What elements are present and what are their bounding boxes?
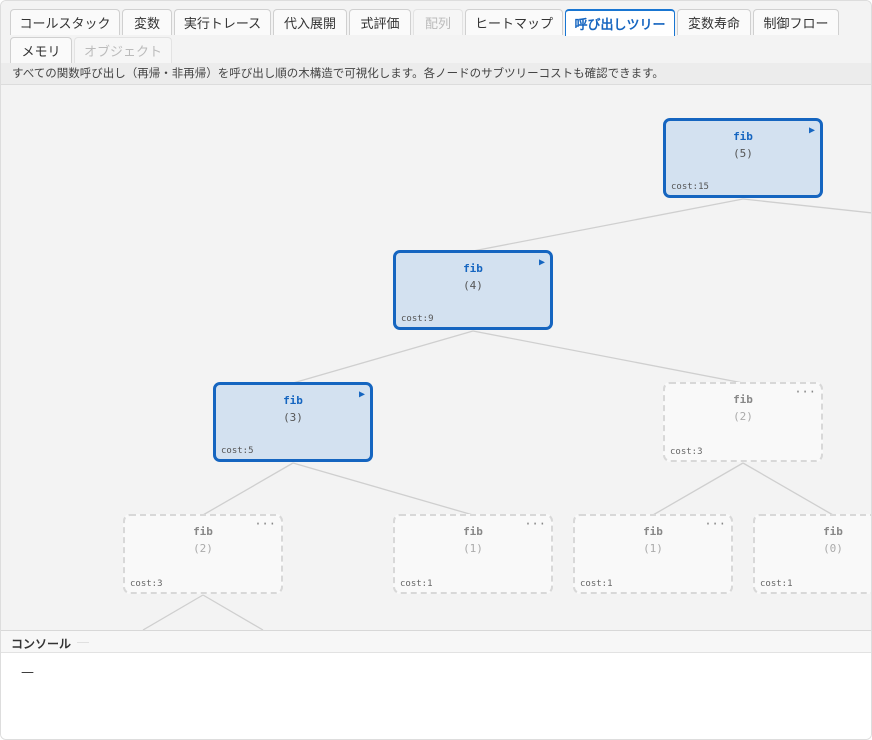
tree-edge [742, 198, 871, 214]
app-frame: コールスタック 変数 実行トレース 代入展開 式評価 配列 ヒートマップ 呼び出… [0, 0, 872, 740]
tab-expression-eval[interactable]: 式評価 [349, 9, 411, 35]
node-cost: cost:15 [671, 182, 709, 192]
node-cost: cost:1 [760, 579, 793, 589]
call-tree-canvas[interactable]: fib (5) cost:15 ▶ fib (4) cost:9 ▶ fib (… [1, 85, 871, 630]
tab-array: 配列 [413, 9, 463, 35]
tree-edge [742, 462, 834, 516]
more-icon[interactable]: ··· [794, 385, 816, 399]
console-header[interactable]: コンソール [1, 630, 871, 653]
call-node-fib-5[interactable]: fib (5) cost:15 ▶ [663, 118, 823, 198]
node-function-name: fib [463, 262, 483, 275]
tree-edge [472, 330, 744, 384]
more-icon[interactable]: ··· [524, 517, 546, 531]
tree-edge [292, 330, 474, 384]
node-arguments: (1) [643, 542, 663, 555]
tab-heatmap[interactable]: ヒートマップ [465, 9, 563, 35]
call-node-fib-3[interactable]: fib (3) cost:5 ▶ [213, 382, 373, 462]
call-node-fib-1[interactable]: fib (1) cost:1 ··· [573, 514, 733, 594]
node-arguments: (0) [823, 542, 843, 555]
node-cost: cost:3 [130, 579, 163, 589]
node-arguments: (4) [463, 279, 483, 292]
tab-memory[interactable]: メモリ [10, 37, 72, 63]
more-icon[interactable]: ··· [254, 517, 276, 531]
node-function-name: fib [733, 130, 753, 143]
more-icon[interactable]: ··· [704, 517, 726, 531]
tree-edge [292, 462, 474, 516]
console-output: — [1, 653, 871, 739]
expand-arrow-icon[interactable]: ▶ [539, 257, 545, 268]
console-title: コンソール [11, 637, 72, 651]
node-cost: cost:1 [400, 579, 433, 589]
expand-arrow-icon[interactable]: ▶ [809, 125, 815, 136]
tree-edge [142, 594, 204, 630]
tree-edge [472, 198, 744, 252]
call-node-fib-1[interactable]: fib (1) cost:1 ··· [393, 514, 553, 594]
tab-control-flow[interactable]: 制御フロー [753, 9, 839, 35]
tab-variable-lifetime[interactable]: 変数寿命 [677, 9, 751, 35]
expand-arrow-icon[interactable]: ▶ [359, 389, 365, 400]
console-divider [77, 642, 89, 643]
node-arguments: (1) [463, 542, 483, 555]
console-output-text: — [21, 665, 34, 680]
call-node-fib-2[interactable]: fib (2) cost:3 ··· [663, 382, 823, 462]
tree-edge [202, 462, 294, 516]
node-arguments: (5) [733, 147, 753, 160]
tab-variables[interactable]: 変数 [122, 9, 172, 35]
tree-edge [202, 594, 264, 630]
node-function-name: fib [283, 394, 303, 407]
node-arguments: (2) [733, 410, 753, 423]
call-node-fib-4[interactable]: fib (4) cost:9 ▶ [393, 250, 553, 330]
node-cost: cost:5 [221, 446, 254, 456]
tree-edge [652, 462, 744, 516]
view-description: すべての関数呼び出し（再帰・非再帰）を呼び出し順の木構造で可視化します。各ノード… [1, 63, 871, 85]
tab-bar: コールスタック 変数 実行トレース 代入展開 式評価 配列 ヒートマップ 呼び出… [1, 1, 871, 63]
node-function-name: fib [823, 525, 843, 538]
tab-object: オブジェクト [74, 37, 172, 63]
node-arguments: (3) [283, 411, 303, 424]
tab-call-stack[interactable]: コールスタック [10, 9, 120, 35]
node-arguments: (2) [193, 542, 213, 555]
node-cost: cost:9 [401, 314, 434, 324]
call-node-fib-0[interactable]: fib (0) cost:1 [753, 514, 871, 594]
tab-execution-trace[interactable]: 実行トレース [174, 9, 271, 35]
tab-assignment-expand[interactable]: 代入展開 [273, 9, 347, 35]
tab-call-tree[interactable]: 呼び出しツリー [565, 9, 675, 36]
node-cost: cost:3 [670, 447, 703, 457]
call-node-fib-2[interactable]: fib (2) cost:3 ··· [123, 514, 283, 594]
node-cost: cost:1 [580, 579, 613, 589]
